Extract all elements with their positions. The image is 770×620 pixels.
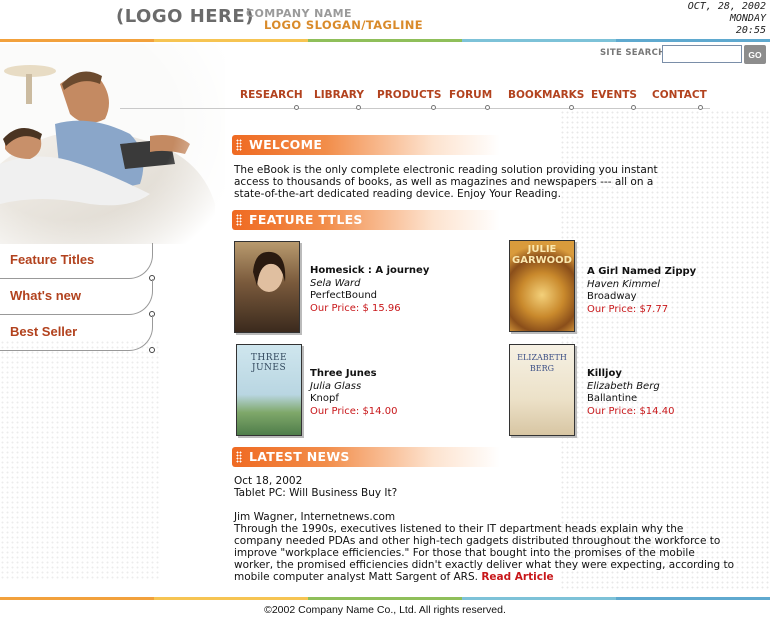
- book-author: Sela Ward: [310, 277, 361, 289]
- latest-news-header: LATEST NEWS: [232, 447, 500, 467]
- news-line: mobile computer analyst Matt Sargent of …: [234, 571, 478, 583]
- left-menu-label: Feature Titles: [10, 252, 95, 267]
- book-info-homesick: Homesick : A journey Sela Ward PerfectBo…: [310, 265, 429, 315]
- news-line: worker, the promised efficiencies didn't…: [234, 559, 735, 571]
- time-text: 20:55: [735, 25, 766, 36]
- grip-icon: [236, 451, 242, 463]
- nav-divider-dot: [569, 105, 574, 110]
- welcome-text: The eBook is the only complete electroni…: [234, 164, 658, 200]
- feature-titles-header: FEATURE TTLES: [232, 210, 500, 230]
- search-input[interactable]: [662, 45, 742, 63]
- welcome-header: WELCOME: [232, 135, 500, 155]
- book-price: Our Price: $14.00: [310, 405, 398, 417]
- book-info-killjoy: Killjoy Elizabeth Berg Ballantine Our Pr…: [587, 368, 674, 418]
- go-button[interactable]: GO: [744, 45, 766, 64]
- book-publisher: PerfectBound: [310, 290, 378, 301]
- header-color-stripe: [0, 39, 770, 42]
- nav-contact[interactable]: CONTACT: [652, 89, 707, 101]
- footer-copyright: ©2002 Company Name Co., Ltd. All rights …: [264, 604, 506, 616]
- book-title[interactable]: Three Junes: [310, 368, 397, 381]
- left-menu-best-seller[interactable]: Best Seller: [0, 315, 155, 353]
- left-menu-label: Best Seller: [10, 324, 78, 339]
- book-author: Haven Kimmel: [587, 278, 660, 290]
- section-title: FEATURE TTLES: [249, 212, 363, 227]
- book-title[interactable]: Homesick : A journey: [310, 265, 429, 278]
- news-body: Oct 18, 2002 Tablet PC: Will Business Bu…: [234, 475, 734, 583]
- book-publisher: Knopf: [310, 393, 339, 404]
- cover-author-text: ELIZABETH BERG: [517, 353, 567, 373]
- left-menu-label: What's new: [10, 288, 81, 303]
- day-text: MONDAY: [729, 13, 766, 24]
- nav-divider-dot: [294, 105, 299, 110]
- main-nav: RESEARCH LIBRARY PRODUCTS FORUM BOOKMARK…: [230, 89, 710, 110]
- nav-research[interactable]: RESEARCH: [240, 89, 303, 101]
- menu-dot-icon: [149, 347, 155, 353]
- grip-icon: [236, 214, 242, 226]
- book-info-three-junes: Three Junes Julia Glass Knopf Our Price:…: [310, 368, 397, 418]
- nav-products[interactable]: PRODUCTS: [377, 89, 441, 101]
- news-line: Through the 1990s, executives listened t…: [234, 523, 684, 535]
- nav-divider-dot: [356, 105, 361, 110]
- portrait-illustration: [253, 251, 286, 292]
- date-text: OCT, 28, 2002: [687, 1, 766, 12]
- news-date: Oct 18, 2002: [234, 475, 303, 487]
- reading-family-image: [0, 44, 225, 244]
- book-title[interactable]: A Girl Named Zippy: [587, 266, 696, 279]
- nav-divider-dot: [698, 105, 703, 110]
- nav-events[interactable]: EVENTS: [591, 89, 637, 101]
- news-last-line: mobile computer analyst Matt Sargent of …: [234, 571, 734, 583]
- nav-divider-dot: [631, 105, 636, 110]
- welcome-line: state-of-the-art dedicated reading devic…: [234, 188, 561, 200]
- section-title: WELCOME: [249, 137, 323, 152]
- grip-icon: [236, 139, 242, 151]
- book-title[interactable]: Killjoy: [587, 368, 674, 381]
- book-cover-girl-named-zippy[interactable]: JULIE GARWOOD: [509, 240, 575, 332]
- left-menu-feature-titles[interactable]: Feature Titles: [0, 243, 155, 281]
- book-cover-killjoy[interactable]: ELIZABETH BERG: [509, 344, 575, 436]
- news-line: improve "workplace efficiencies." For th…: [234, 547, 695, 559]
- news-headline: Tablet PC: Will Business Buy It?: [234, 487, 398, 499]
- section-title: LATEST NEWS: [249, 449, 350, 464]
- book-publisher: Broadway: [587, 291, 637, 302]
- news-line: company needed PDAs and other high-tech …: [234, 535, 721, 547]
- hero-photo: [0, 44, 225, 244]
- cover-author-text: JULIE GARWOOD: [512, 244, 572, 266]
- welcome-line: The eBook is the only complete electroni…: [234, 164, 658, 176]
- book-price: Our Price: $ 15.96: [310, 302, 401, 314]
- book-author: Julia Glass: [310, 380, 362, 392]
- read-article-link[interactable]: Read Article: [481, 571, 553, 583]
- left-menu-whats-new[interactable]: What's new: [0, 279, 155, 317]
- book-price: Our Price: $7.77: [587, 303, 669, 315]
- welcome-line: access to thousands of books, as well as…: [234, 176, 654, 188]
- book-cover-homesick[interactable]: [234, 241, 300, 333]
- book-publisher: Ballantine: [587, 393, 638, 404]
- nav-divider-dot: [485, 105, 490, 110]
- book-price: Our Price: $14.40: [587, 405, 675, 417]
- book-author: Elizabeth Berg: [587, 380, 660, 392]
- logo-slogan: LOGO SLOGAN/TAGLINE: [264, 18, 424, 32]
- nav-bookmarks[interactable]: BOOKMARKS: [508, 89, 584, 101]
- date-time: OCT, 28, 2002 MONDAY 20:55: [688, 1, 766, 37]
- dotted-background-left: [0, 340, 160, 580]
- book-cover-three-junes[interactable]: THREE JUNES: [236, 344, 302, 436]
- cover-title-text: THREE JUNES: [250, 353, 288, 373]
- nav-library[interactable]: LIBRARY: [314, 89, 364, 101]
- logo[interactable]: (LOGO HERE): [116, 6, 254, 27]
- site-search-label: SITE SEARCH: [600, 48, 666, 58]
- nav-forum[interactable]: FORUM: [449, 89, 492, 101]
- nav-divider-dot: [431, 105, 436, 110]
- news-byline: Jim Wagner, Internetnews.com: [234, 511, 396, 523]
- book-info-zippy: A Girl Named Zippy Haven Kimmel Broadway…: [587, 266, 696, 316]
- footer-color-stripe: [0, 597, 770, 600]
